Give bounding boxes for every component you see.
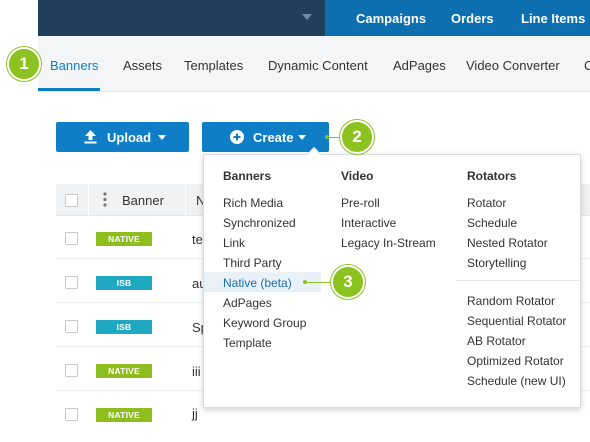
- menu-item-storytelling[interactable]: Storytelling: [467, 256, 526, 270]
- menu-item-adpages[interactable]: AdPages: [223, 296, 272, 310]
- menu-item-nested-rotator[interactable]: Nested Rotator: [467, 236, 548, 250]
- status-badge: NATIVE: [96, 232, 152, 246]
- tab-banners[interactable]: Banners: [50, 58, 98, 73]
- menu-heading-video: Video: [341, 169, 374, 183]
- status-badge: NATIVE: [96, 364, 152, 378]
- tab-more[interactable]: C: [584, 58, 590, 73]
- select-all-checkbox[interactable]: [65, 194, 78, 207]
- callout-1: 1: [7, 47, 41, 81]
- row-name[interactable]: iii: [192, 364, 201, 379]
- tab-assets[interactable]: Assets: [123, 58, 162, 73]
- column-divider: [185, 184, 186, 216]
- row-name[interactable]: jj: [192, 406, 198, 421]
- tab-video-converter[interactable]: Video Converter: [466, 58, 560, 73]
- menu-item-ab-rotator[interactable]: AB Rotator: [467, 334, 526, 348]
- row-checkbox[interactable]: [65, 276, 78, 289]
- menu-item-third-party[interactable]: Third Party: [223, 256, 282, 270]
- menu-item-template[interactable]: Template: [223, 336, 272, 350]
- callout-3: 3: [331, 265, 365, 299]
- create-button-label: Create: [253, 129, 294, 145]
- menu-item-rich-media[interactable]: Rich Media: [223, 196, 283, 210]
- nav-line-items[interactable]: Line Items: [521, 11, 585, 26]
- nav-campaigns[interactable]: Campaigns: [356, 11, 426, 26]
- section-tabs: Banners Assets Templates Dynamic Content…: [38, 36, 590, 92]
- vertical-dots-icon[interactable]: [103, 192, 107, 207]
- create-dropdown-menu: Banners Rich Media Synchronized Link Thi…: [203, 146, 581, 408]
- callout-connector: [305, 282, 331, 283]
- menu-item-pre-roll[interactable]: Pre-roll: [341, 196, 380, 210]
- menu-item-rotator[interactable]: Rotator: [467, 196, 506, 210]
- menu-item-schedule-new-ui[interactable]: Schedule (new UI): [467, 374, 566, 388]
- caret-down-icon: [158, 135, 166, 140]
- menu-item-link[interactable]: Link: [223, 236, 245, 250]
- create-button[interactable]: Create: [202, 122, 329, 152]
- upload-button[interactable]: Upload: [56, 122, 189, 152]
- row-checkbox[interactable]: [65, 408, 78, 421]
- tab-adpages[interactable]: AdPages: [393, 58, 446, 73]
- caret-down-icon: [298, 135, 306, 140]
- menu-heading-rotators: Rotators: [467, 169, 517, 183]
- menu-item-sequential-rotator[interactable]: Sequential Rotator: [467, 314, 566, 328]
- menu-heading-banners: Banners: [223, 169, 272, 183]
- nav-orders[interactable]: Orders: [451, 11, 494, 26]
- caret-down-icon: [302, 14, 312, 20]
- status-badge: ISB: [96, 276, 152, 290]
- top-navigation-bar: Campaigns Orders Line Items: [38, 0, 590, 36]
- status-badge: NATIVE: [96, 408, 152, 422]
- menu-divider: [457, 280, 581, 281]
- menu-item-native-beta[interactable]: Native (beta): [223, 276, 292, 290]
- menu-item-random-rotator[interactable]: Random Rotator: [467, 294, 555, 308]
- menu-item-legacy-in-stream[interactable]: Legacy In-Stream: [341, 236, 436, 250]
- menu-item-optimized-rotator[interactable]: Optimized Rotator: [467, 354, 564, 368]
- row-name[interactable]: te: [192, 232, 203, 247]
- tab-templates[interactable]: Templates: [184, 58, 243, 73]
- status-badge: ISB: [96, 320, 152, 334]
- upload-button-label: Upload: [107, 129, 152, 145]
- menu-item-synchronized[interactable]: Synchronized: [223, 216, 296, 230]
- active-tab-indicator: [38, 88, 100, 91]
- row-checkbox[interactable]: [65, 320, 78, 333]
- column-header-banner[interactable]: Banner: [122, 193, 164, 208]
- upload-arrow-icon: [84, 130, 97, 144]
- account-selector[interactable]: [38, 0, 325, 36]
- tab-dynamic-content[interactable]: Dynamic Content: [268, 58, 368, 73]
- callout-2: 2: [340, 120, 374, 154]
- plus-circle-icon: [230, 130, 244, 144]
- menu-item-schedule[interactable]: Schedule: [467, 216, 517, 230]
- row-checkbox[interactable]: [65, 232, 78, 245]
- callout-connector: [327, 137, 341, 138]
- menu-item-interactive[interactable]: Interactive: [341, 216, 396, 230]
- main-nav: Campaigns Orders Line Items: [325, 0, 590, 36]
- menu-item-keyword-group[interactable]: Keyword Group: [223, 316, 306, 330]
- column-divider: [88, 184, 89, 216]
- row-checkbox[interactable]: [65, 364, 78, 377]
